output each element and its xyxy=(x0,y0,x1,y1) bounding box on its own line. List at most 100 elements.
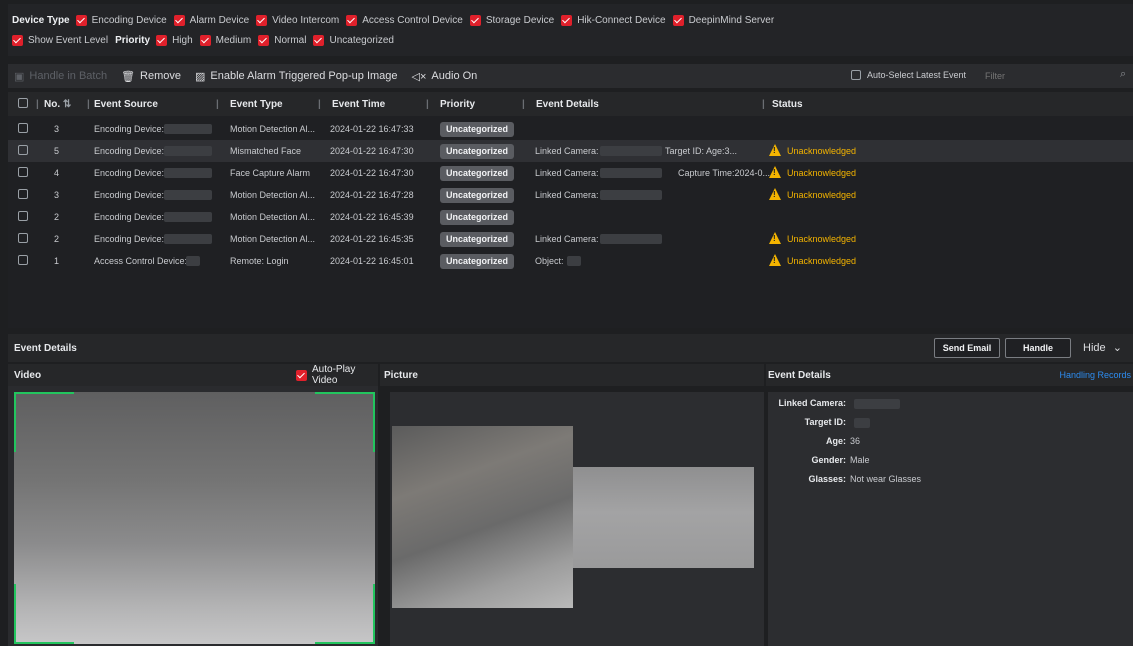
checkbox-unchecked-icon[interactable] xyxy=(18,255,28,265)
header-status[interactable]: Status xyxy=(772,99,803,110)
warning-icon xyxy=(769,166,781,178)
sort-icon[interactable]: ⇅ xyxy=(63,99,71,110)
picture-title: Picture xyxy=(384,369,418,381)
column-divider: | xyxy=(87,99,90,110)
row-checkbox[interactable] xyxy=(18,189,28,201)
checkbox-checked-icon[interactable] xyxy=(313,34,325,46)
remove-button[interactable]: 🗑 Remove xyxy=(121,70,181,83)
select-all-checkbox[interactable] xyxy=(18,98,28,111)
checkbox-checked-icon[interactable] xyxy=(672,14,684,26)
handle-in-batch-button[interactable]: ▣ Handle in Batch xyxy=(14,70,107,83)
search-icon[interactable]: ⌕ xyxy=(1120,68,1126,81)
cell-type: Remote: Login xyxy=(230,256,289,266)
priority-badge: Uncategorized xyxy=(440,166,515,181)
checkbox-unchecked-icon[interactable] xyxy=(18,145,28,155)
cell-details: Linked Camera: xyxy=(535,234,599,244)
checkbox-checked-icon[interactable] xyxy=(12,34,23,46)
face-capture-image[interactable] xyxy=(392,426,573,608)
table-row[interactable]: 2 Encoding Device: Motion Detection Al..… xyxy=(8,206,1133,228)
filter-priority-medium[interactable]: Medium xyxy=(199,34,251,46)
picture-panel xyxy=(390,392,764,646)
checkbox-unchecked-icon[interactable] xyxy=(18,189,28,199)
filter-priority-uncategorized[interactable]: Uncategorized xyxy=(313,34,394,46)
header-event-time[interactable]: Event Time xyxy=(332,99,385,110)
checkbox-checked-icon[interactable] xyxy=(75,14,87,26)
frame-corner xyxy=(315,392,375,452)
age-label: Age: xyxy=(826,436,846,446)
show-event-level-toggle[interactable]: Show Event Level xyxy=(12,34,108,46)
header-event-source[interactable]: Event Source xyxy=(94,99,158,110)
frame-corner xyxy=(14,584,74,644)
filter-priority-high[interactable]: High xyxy=(156,34,193,46)
redacted-block xyxy=(164,146,212,156)
checkbox-checked-icon[interactable] xyxy=(173,14,185,26)
warning-icon xyxy=(769,188,781,200)
checkbox-checked-icon[interactable] xyxy=(469,14,481,26)
auto-select-latest-toggle[interactable]: Auto-Select Latest Event xyxy=(851,70,966,80)
header-priority[interactable]: Priority xyxy=(440,99,475,110)
header-event-details[interactable]: Event Details xyxy=(536,99,599,110)
table-row[interactable]: 2 Encoding Device: Motion Detection Al..… xyxy=(8,228,1133,250)
video-title: Video xyxy=(14,369,42,381)
header-no[interactable]: No. ⇅ xyxy=(44,99,71,110)
enable-popup-button[interactable]: ▨ Enable Alarm Triggered Pop-up Image xyxy=(195,70,398,83)
checkbox-unchecked-icon[interactable] xyxy=(18,123,28,133)
checkbox-unchecked-icon[interactable] xyxy=(851,70,861,80)
header-event-type[interactable]: Event Type xyxy=(230,99,283,110)
row-checkbox[interactable] xyxy=(18,145,28,157)
checkbox-unchecked-icon[interactable] xyxy=(18,167,28,177)
send-email-button[interactable]: Send Email xyxy=(934,338,1000,358)
row-checkbox[interactable] xyxy=(18,123,28,135)
checkbox-checked-icon[interactable] xyxy=(346,14,358,26)
event-table: | No. ⇅ | Event Source | Event Type | Ev… xyxy=(8,92,1133,328)
status-text: Unacknowledged xyxy=(787,256,857,266)
handle-button[interactable]: Handle xyxy=(1005,338,1071,358)
redacted-block xyxy=(600,190,662,200)
redacted-block xyxy=(186,256,200,266)
details-section-header: Event Details Handling Records xyxy=(766,364,1133,386)
filter-priority-normal[interactable]: Normal xyxy=(258,34,306,46)
audio-on-button[interactable]: ◁× Audio On xyxy=(412,70,478,83)
cell-details: Linked Camera: xyxy=(535,168,599,178)
filter-encoding-device[interactable]: Encoding Device xyxy=(75,14,167,26)
checkbox-checked-icon[interactable] xyxy=(199,34,211,46)
cell-type: Mismatched Face xyxy=(230,146,302,156)
filter-deepinmind-server[interactable]: DeepinMind Server xyxy=(672,14,774,26)
checkbox-unchecked-icon[interactable] xyxy=(18,98,28,108)
checkbox-unchecked-icon[interactable] xyxy=(18,233,28,243)
cell-time: 2024-01-22 16:47:30 xyxy=(330,146,414,156)
checkbox-checked-icon[interactable] xyxy=(296,369,307,381)
table-row[interactable]: 3 Encoding Device: Motion Detection Al..… xyxy=(8,118,1133,140)
handling-records-link[interactable]: Handling Records xyxy=(1059,370,1131,380)
checkbox-unchecked-icon[interactable] xyxy=(18,211,28,221)
face-library-image[interactable] xyxy=(573,467,754,568)
event-toolbar: ▣ Handle in Batch 🗑 Remove ▨ Enable Alarm T… xyxy=(8,64,1133,88)
filter-access-control-device[interactable]: Access Control Device xyxy=(346,14,463,26)
checkbox-checked-icon[interactable] xyxy=(256,14,268,26)
cell-no: 2 xyxy=(54,212,60,222)
video-player[interactable] xyxy=(14,392,375,644)
table-row[interactable]: 5 Encoding Device: Mismatched Face 2024-… xyxy=(8,140,1133,162)
device-type-filter-row: Device Type Encoding Device Alarm Device… xyxy=(12,12,781,28)
checkbox-checked-icon[interactable] xyxy=(156,34,168,46)
filter-alarm-device[interactable]: Alarm Device xyxy=(173,14,249,26)
row-checkbox[interactable] xyxy=(18,233,28,245)
row-checkbox[interactable] xyxy=(18,167,28,179)
auto-play-video-toggle[interactable]: Auto-Play Video xyxy=(296,364,378,386)
chevron-down-icon: ⌄ xyxy=(1112,342,1122,354)
checkbox-checked-icon[interactable] xyxy=(258,34,270,46)
frame-corner xyxy=(14,392,74,452)
table-row[interactable]: 4 Encoding Device: Face Capture Alarm 20… xyxy=(8,162,1133,184)
row-checkbox[interactable] xyxy=(18,255,28,267)
checkbox-checked-icon[interactable] xyxy=(561,14,573,26)
filter-video-intercom[interactable]: Video Intercom xyxy=(256,14,339,26)
priority-badge: Uncategorized xyxy=(440,122,515,137)
filter-input[interactable] xyxy=(981,66,1133,86)
table-row[interactable]: 1 Access Control Device: Remote: Login 2… xyxy=(8,250,1133,272)
cell-source: Encoding Device: xyxy=(94,168,165,178)
row-checkbox[interactable] xyxy=(18,211,28,223)
table-row[interactable]: 3 Encoding Device: Motion Detection Al..… xyxy=(8,184,1133,206)
filter-hik-connect-device[interactable]: Hik-Connect Device xyxy=(561,14,666,26)
filter-storage-device[interactable]: Storage Device xyxy=(469,14,554,26)
hide-toggle[interactable]: Hide ⌄ xyxy=(1083,341,1122,354)
